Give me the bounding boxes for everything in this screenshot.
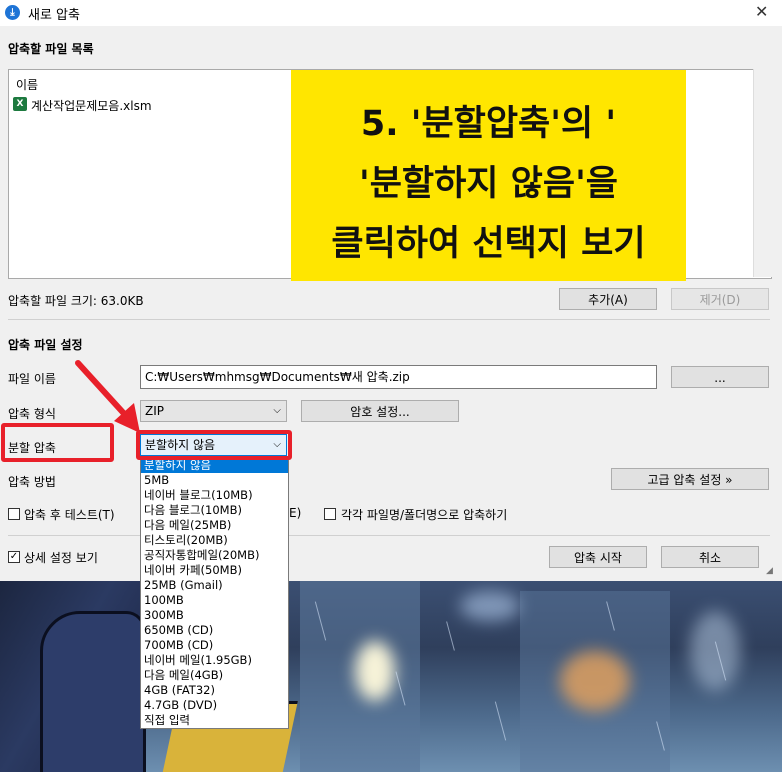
window-title: 새로 압축 [28,8,80,23]
format-label: 압축 형식 [8,407,56,421]
split-option[interactable]: 티스토리(20MB) [141,533,288,548]
filename-label: 파일 이름 [8,372,56,386]
hidden-option-label-fragment: E) [289,506,302,520]
split-option[interactable]: 25MB (Gmail) [141,578,288,593]
app-icon: ⤓ [5,5,20,20]
red-arrow-icon [75,360,140,433]
file-list-item[interactable]: 계산작업문제모음.xlsm [31,97,152,114]
archive-settings-section-title: 압축 파일 설정 [8,338,83,352]
total-size-label: 압축할 파일 크기: 63.0KB [8,294,144,308]
advanced-settings-button[interactable]: 고급 압축 설정 » [611,468,769,490]
divider [8,535,770,536]
add-button[interactable]: 추가(A) [559,288,657,310]
split-option[interactable]: 다음 블로그(10MB) [141,503,288,518]
details-checkbox[interactable]: ✓ [8,551,20,563]
split-option[interactable]: 공직자통합메일(20MB) [141,548,288,563]
split-option[interactable]: 네이버 블로그(10MB) [141,488,288,503]
start-compression-button[interactable]: 압축 시작 [549,546,647,568]
close-icon[interactable]: ✕ [755,2,768,21]
split-option[interactable]: 4.7GB (DVD) [141,698,288,713]
title-bar: ⤓ 새로 압축 ✕ [0,0,782,26]
split-option[interactable]: 5MB [141,473,288,488]
file-list-scrollbar[interactable] [753,69,772,277]
test-after-label: 압축 후 테스트(T) [24,508,115,522]
split-option[interactable]: 700MB (CD) [141,638,288,653]
tutorial-annotation: 5. '분할압축'의 ' '분할하지 않음'을 클릭하여 선택지 보기 [291,70,686,281]
annotation-line-3: 클릭하여 선택지 보기 [331,224,646,264]
column-header-name[interactable]: 이름 [16,76,38,93]
desktop-wallpaper [0,581,782,772]
split-option[interactable]: 다음 메일(4GB) [141,668,288,683]
annotation-line-1: 5. '분할압축'의 ' [360,104,617,144]
split-option[interactable]: 네이버 메일(1.95GB) [141,653,288,668]
annotation-line-2: '분할하지 않음'을 [358,164,619,204]
excel-icon: X [13,97,27,111]
split-options-list[interactable]: 분할하지 않음 5MB 네이버 블로그(10MB) 다음 블로그(10MB) 다음 메일… [140,457,289,729]
split-option[interactable]: 100MB [141,593,288,608]
split-option[interactable]: 분할하지 않음 [141,458,288,473]
resize-grip-icon[interactable]: ◢ [766,566,778,578]
test-after-checkbox[interactable] [8,508,20,520]
split-option[interactable]: 4GB (FAT32) [141,683,288,698]
browse-button[interactable]: ... [671,366,769,388]
file-list-section-title: 압축할 파일 목록 [8,42,94,56]
remove-button[interactable]: 제거(D) [671,288,769,310]
split-option[interactable]: 300MB [141,608,288,623]
password-button[interactable]: 암호 설정... [301,400,459,422]
method-label: 압축 방법 [8,475,56,489]
split-option[interactable]: 다음 메일(25MB) [141,518,288,533]
format-select[interactable]: ZIP ⌵ [140,400,287,422]
split-option[interactable]: 직접 입력 [141,713,288,728]
details-label: 상세 설정 보기 [24,551,98,565]
split-option[interactable]: 650MB (CD) [141,623,288,638]
each-file-checkbox[interactable] [324,508,336,520]
filename-input[interactable]: C:₩Users₩mhmsg₩Documents₩새 압축.zip [140,365,657,389]
chevron-down-icon: ⌵ [273,405,281,416]
divider [8,319,770,320]
each-file-label: 각각 파일명/폴더명으로 압축하기 [341,508,508,522]
split-option[interactable]: 네이버 카페(50MB) [141,563,288,578]
cancel-button[interactable]: 취소 [661,546,759,568]
highlight-box-split-select [136,430,292,460]
